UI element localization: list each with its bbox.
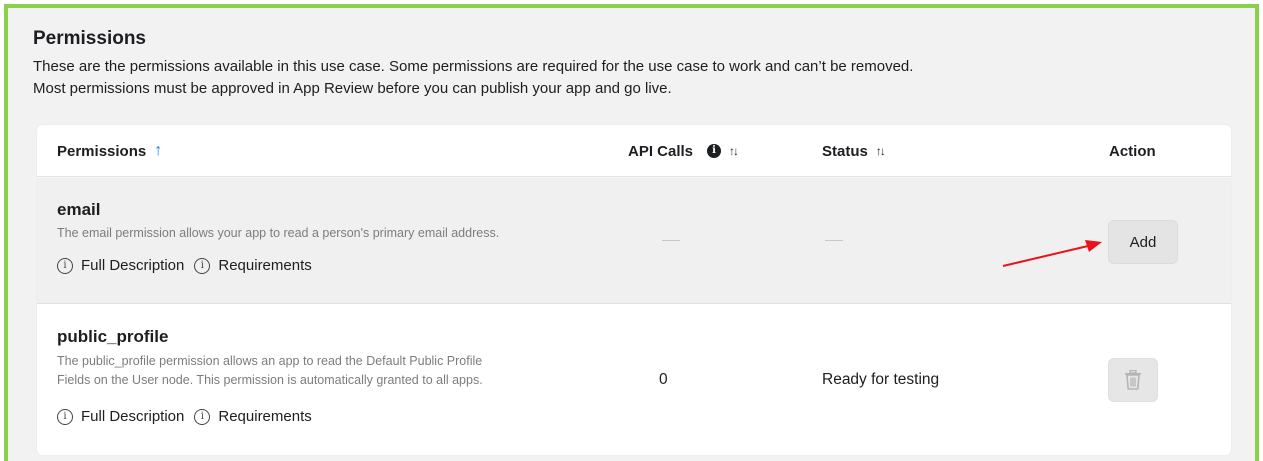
status-empty-dash xyxy=(825,240,843,241)
table-row: public_profile The public_profile permis… xyxy=(37,305,1231,455)
full-description-link[interactable]: Full Description xyxy=(81,408,184,425)
permission-description-line-2: Fields on the User node. This permission… xyxy=(57,373,483,387)
requirements-link[interactable]: Requirements xyxy=(218,408,311,425)
remove-button[interactable] xyxy=(1108,358,1158,402)
table-row: email The email permission allows your a… xyxy=(37,178,1231,304)
permission-name: email xyxy=(57,200,101,219)
sort-ascending-icon[interactable]: ↑ xyxy=(154,142,162,160)
permissions-table: Permissions ↑ API Calls i ↑↓ Status ↑↓ A… xyxy=(37,125,1231,455)
column-header-action-label: Action xyxy=(1109,142,1156,160)
column-header-action: Action xyxy=(1109,125,1156,177)
permission-description-line-1: The public_profile permission allows an … xyxy=(57,354,483,368)
info-outline-icon: i xyxy=(57,408,73,425)
section-description-line-1: These are the permissions available in t… xyxy=(33,58,914,75)
permission-description: The email permission allows your app to … xyxy=(57,226,500,240)
sort-toggle-icon[interactable]: ↑↓ xyxy=(729,144,739,158)
permission-name: public_profile xyxy=(57,327,169,346)
full-description-link[interactable]: Full Description xyxy=(81,257,184,274)
permissions-panel: Permissions These are the permissions av… xyxy=(4,4,1259,461)
status-value: Ready for testing xyxy=(822,371,940,388)
info-outline-icon: i xyxy=(57,257,73,274)
requirements-link[interactable]: Requirements xyxy=(218,257,311,274)
section-description: These are the permissions available in t… xyxy=(33,56,1133,100)
info-outline-icon: i xyxy=(194,408,211,425)
api-calls-value: 0 xyxy=(659,371,668,388)
column-header-api-calls[interactable]: API Calls i ↑↓ xyxy=(628,125,739,177)
add-button[interactable]: Add xyxy=(1108,220,1178,264)
column-header-permissions[interactable]: Permissions ↑ xyxy=(57,125,162,177)
sort-toggle-icon[interactable]: ↑↓ xyxy=(876,144,886,158)
table-header: Permissions ↑ API Calls i ↑↓ Status ↑↓ A… xyxy=(37,125,1231,177)
info-outline-icon: i xyxy=(194,257,211,274)
info-icon[interactable]: i xyxy=(707,144,722,158)
permission-description: The public_profile permission allows an … xyxy=(57,352,483,390)
api-calls-empty-dash xyxy=(662,240,680,241)
column-header-status-label: Status xyxy=(822,142,868,160)
permission-links: i Full Description i Requirements xyxy=(57,408,322,425)
section-description-line-2: Most permissions must be approved in App… xyxy=(33,80,672,97)
column-header-status[interactable]: Status ↑↓ xyxy=(822,125,886,177)
permission-links: i Full Description i Requirements xyxy=(57,257,322,274)
section-title: Permissions xyxy=(33,28,146,49)
trash-icon xyxy=(1125,370,1141,390)
column-header-permissions-label: Permissions xyxy=(57,142,147,160)
column-header-api-calls-label: API Calls xyxy=(628,142,694,160)
